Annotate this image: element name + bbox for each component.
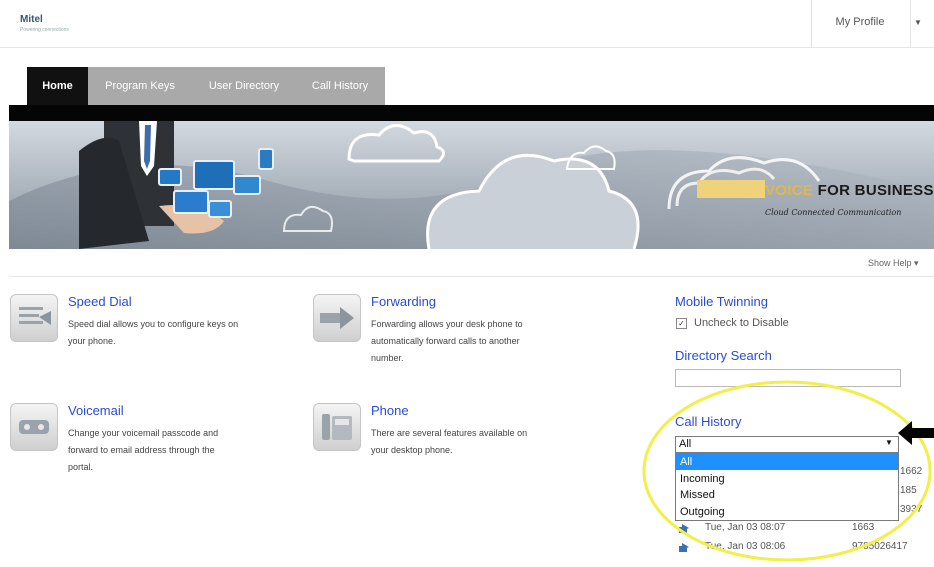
forwarding-icon[interactable] xyxy=(313,294,361,342)
forwarding-title[interactable]: Forwarding xyxy=(371,294,436,309)
tab-user-directory[interactable]: User Directory xyxy=(196,67,292,105)
show-help-label[interactable]: Show Help xyxy=(868,258,912,268)
logo-tagline: Powering connections xyxy=(20,27,69,33)
speed-dial-description: Speed dial allows you to configure keys … xyxy=(68,316,238,350)
tab-program-keys[interactable]: Program Keys xyxy=(94,67,186,105)
tab-call-history[interactable]: Call History xyxy=(300,67,380,105)
tab-home[interactable]: Home xyxy=(27,67,88,105)
voicemail-icon[interactable] xyxy=(10,403,58,451)
header-divider xyxy=(0,47,934,48)
brand-rest-words: FOR BUSINESS xyxy=(813,182,934,199)
speed-dial-icon[interactable] xyxy=(10,294,58,342)
description-line: There are several features available on xyxy=(371,428,528,438)
show-help-link[interactable]: Show Help ▾ xyxy=(868,258,919,269)
description-line: your phone. xyxy=(68,336,116,346)
description-line: Forwarding allows your desk phone to xyxy=(371,319,523,329)
mobile-twinning-title[interactable]: Mobile Twinning xyxy=(675,294,768,309)
nav-underline-bar xyxy=(9,105,934,121)
phone-title[interactable]: Phone xyxy=(371,403,409,418)
chevron-down-icon[interactable]: ▼ xyxy=(914,18,922,27)
mobile-twinning-checkbox[interactable]: ✓ xyxy=(676,318,687,329)
description-line: Change your voicemail passcode and xyxy=(68,428,219,438)
my-profile-label[interactable]: My Profile xyxy=(811,16,909,28)
voicemail-title[interactable]: Voicemail xyxy=(68,403,124,418)
speed-dial-title[interactable]: Speed Dial xyxy=(68,294,132,309)
brand-tagline: Cloud Connected Communication xyxy=(765,208,902,217)
chevron-down-icon[interactable]: ▾ xyxy=(914,258,919,268)
brand-voice-word: VOICE xyxy=(765,182,814,199)
highlight-ellipse-annotation xyxy=(642,380,932,562)
brand-title: VOICE FOR BUSINESS xyxy=(765,182,934,199)
forwarding-description: Forwarding allows your desk phone to aut… xyxy=(371,316,523,367)
phone-icon[interactable] xyxy=(313,403,361,451)
arrow-left-icon xyxy=(898,421,934,445)
phone-description: There are several features available on … xyxy=(371,425,527,459)
description-line: your desktop phone. xyxy=(371,445,453,455)
description-line: forward to email address through the xyxy=(68,445,215,455)
voicemail-description: Change your voicemail passcode and forwa… xyxy=(68,425,218,476)
section-divider xyxy=(9,276,934,277)
mitel-logo[interactable]: Mitel xyxy=(20,14,43,25)
description-line: number. xyxy=(371,353,404,363)
directory-search-title: Directory Search xyxy=(675,348,772,363)
description-line: automatically forward calls to another xyxy=(371,336,520,346)
description-line: Speed dial allows you to configure keys … xyxy=(68,319,239,329)
uncheck-to-disable-label: Uncheck to Disable xyxy=(694,317,789,329)
description-line: portal. xyxy=(68,462,94,472)
